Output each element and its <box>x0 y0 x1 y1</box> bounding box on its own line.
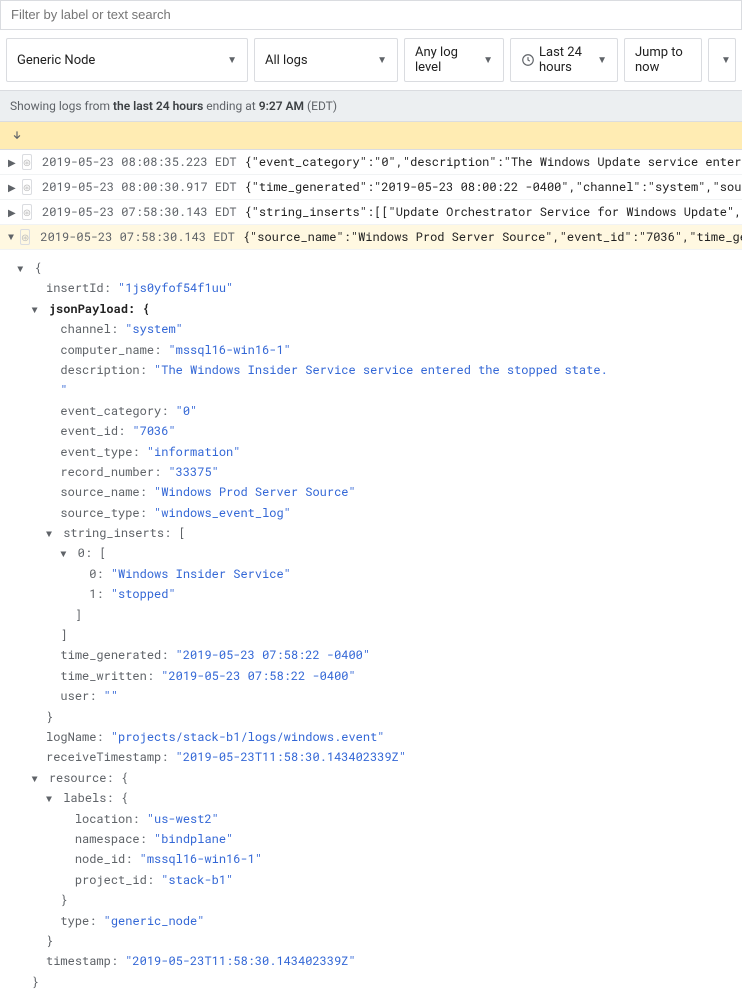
caret-down-icon[interactable]: ▼ <box>46 525 56 542</box>
detail-source-name: "Windows Prod Server Source" <box>154 484 356 500</box>
caret-down-icon[interactable]: ▼ <box>17 260 27 277</box>
detail-si-0-0: "Windows Insider Service" <box>111 566 291 582</box>
detail-node-id: "mssql16-win16-1" <box>140 851 262 867</box>
pin-icon[interactable]: ⊛ <box>22 179 32 195</box>
caret-down-icon: ▼ <box>227 55 237 66</box>
detail-time-generated: "2019-05-23 07:58:22 -0400" <box>176 647 370 663</box>
time-label: Last 24 hours <box>539 45 589 75</box>
download-icon <box>10 128 24 143</box>
log-row[interactable]: ▶ ⊛ 2019-05-23 07:58:30.143 EDT {"string… <box>0 200 742 225</box>
logs-dropdown[interactable]: All logs ▼ <box>254 38 398 82</box>
detail-channel: "system" <box>125 321 183 337</box>
detail-logName: "projects/stack-b1/logs/windows.event" <box>111 729 385 745</box>
log-payload: {"string_inserts":[["Update Orchestrator… <box>245 204 742 220</box>
log-row[interactable]: ▶ ⊛ 2019-05-23 08:08:35.223 EDT {"event_… <box>0 150 742 175</box>
detail-description: "The Windows Insider Service service ent… <box>154 362 608 378</box>
log-payload: {"event_category":"0","description":"The… <box>245 154 742 170</box>
filter-input[interactable] <box>11 7 731 22</box>
caret-down-icon[interactable]: ▼ <box>32 770 42 787</box>
detail-event-type: "information" <box>147 444 241 460</box>
caret-down-icon[interactable]: ▼ <box>60 545 70 562</box>
controls-row: Generic Node ▼ All logs ▼ Any log level … <box>0 30 742 90</box>
clock-icon <box>521 53 535 68</box>
caret-down-icon: ▼ <box>377 55 387 66</box>
log-payload: {"source_name":"Windows Prod Server Sour… <box>243 229 742 245</box>
log-payload: {"time_generated":"2019-05-23 08:00:22 -… <box>245 179 742 195</box>
caret-down-icon: ▼ <box>721 55 731 66</box>
log-timestamp: 2019-05-23 07:58:30.143 EDT <box>42 204 236 220</box>
detail-si-0-1: "stopped" <box>111 586 176 602</box>
log-row-expanded[interactable]: ▼ ⊛ 2019-05-23 07:58:30.143 EDT {"source… <box>0 225 742 250</box>
status-prefix: Showing logs from <box>10 99 113 113</box>
detail-labels-label: labels: { <box>63 790 128 806</box>
log-timestamp: 2019-05-23 08:08:35.223 EDT <box>42 154 236 170</box>
detail-time-written: "2019-05-23 07:58:22 -0400" <box>161 668 355 684</box>
detail-location: "us-west2" <box>147 811 219 827</box>
time-dropdown[interactable]: Last 24 hours ▼ <box>510 38 618 82</box>
resource-label: Generic Node <box>17 53 95 68</box>
status-bar: Showing logs from the last 24 hours endi… <box>0 90 742 122</box>
jump-button[interactable]: Jump to now <box>624 38 702 82</box>
jump-label: Jump to now <box>635 45 691 75</box>
detail-timestamp: "2019-05-23T11:58:30.143402339Z" <box>125 953 355 969</box>
level-label: Any log level <box>415 45 475 75</box>
pin-icon[interactable]: ⊛ <box>22 154 32 170</box>
collapse-icon[interactable]: ▼ <box>8 230 14 244</box>
expand-icon[interactable]: ▶ <box>8 206 16 219</box>
detail-project-id: "stack-b1" <box>161 872 233 888</box>
caret-down-icon[interactable]: ▼ <box>46 790 56 807</box>
logs-label: All logs <box>265 53 308 68</box>
caret-down-icon: ▼ <box>597 55 607 66</box>
detail-insertId: "1js0yfof54f1uu" <box>118 280 233 296</box>
detail-string-inserts-label: string_inserts: [ <box>63 525 185 541</box>
status-end-time: 9:27 AM <box>259 99 304 113</box>
resource-dropdown[interactable]: Generic Node ▼ <box>6 38 248 82</box>
pin-icon[interactable]: ⊛ <box>20 229 30 245</box>
detail-type: "generic_node" <box>104 913 205 929</box>
download-row[interactable] <box>0 122 742 150</box>
jump-options-dropdown[interactable]: ▼ <box>708 38 736 82</box>
expand-icon[interactable]: ▶ <box>8 181 16 194</box>
detail-source-type: "windows_event_log" <box>154 505 291 521</box>
log-row[interactable]: ▶ ⊛ 2019-05-23 08:00:30.917 EDT {"time_g… <box>0 175 742 200</box>
caret-down-icon: ▼ <box>483 55 493 66</box>
detail-event-category: "0" <box>176 403 198 419</box>
detail-computer-name: "mssql16-win16-1" <box>168 342 290 358</box>
status-middle: ending at <box>203 99 258 113</box>
detail-event-id: "7036" <box>132 423 175 439</box>
detail-namespace: "bindplane" <box>154 831 233 847</box>
detail-user: "" <box>104 688 118 704</box>
log-timestamp: 2019-05-23 08:00:30.917 EDT <box>42 179 236 195</box>
detail-description-2: " <box>60 382 67 398</box>
status-tz: (EDT) <box>304 99 337 113</box>
detail-si-0-label: 0: [ <box>78 545 107 561</box>
detail-jsonPayload-label: jsonPayload: { <box>49 301 150 317</box>
detail-receiveTimestamp: "2019-05-23T11:58:30.143402339Z" <box>176 749 406 765</box>
filter-bar <box>0 0 742 30</box>
status-range: the last 24 hours <box>113 99 203 113</box>
detail-record-number: "33375" <box>168 464 218 480</box>
level-dropdown[interactable]: Any log level ▼ <box>404 38 504 82</box>
pin-icon[interactable]: ⊛ <box>22 204 32 220</box>
caret-down-icon[interactable]: ▼ <box>32 301 42 318</box>
log-timestamp: 2019-05-23 07:58:30.143 EDT <box>40 229 234 245</box>
expand-icon[interactable]: ▶ <box>8 156 16 169</box>
detail-resource-label: resource: { <box>49 770 128 786</box>
log-detail: ▼ { insertId: "1js0yfof54f1uu" ▼ jsonPay… <box>0 250 742 1008</box>
